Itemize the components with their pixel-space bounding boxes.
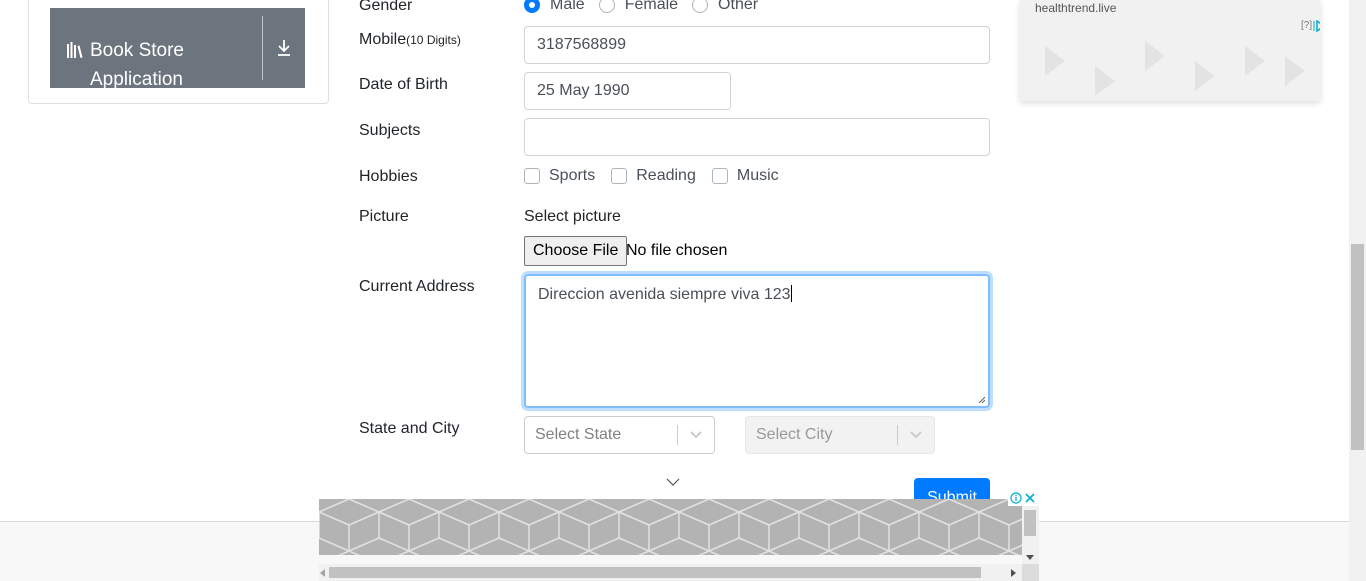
scroll-right-arrow-icon[interactable] xyxy=(1011,569,1017,577)
mobile-label-text: Mobile xyxy=(359,31,407,48)
dob-input[interactable]: 25 May 1990 xyxy=(524,72,731,110)
hobby-music[interactable]: Music xyxy=(711,167,779,185)
scroll-down-arrow-icon[interactable] xyxy=(1026,555,1034,561)
hobbies-label: Hobbies xyxy=(359,168,418,185)
gender-radio-group: Male Female Other xyxy=(524,0,772,14)
state-city-label: State and City xyxy=(359,420,460,437)
gender-male[interactable]: Male xyxy=(524,0,585,14)
mobile-label: Mobile(10 Digits) xyxy=(359,31,461,49)
ad-banner-top[interactable]: healthtrend.live [?] xyxy=(1020,0,1320,101)
choose-file-button[interactable]: Choose File xyxy=(524,236,628,266)
page-scrollbar-thumb[interactable] xyxy=(1351,244,1364,450)
ad-pattern-image xyxy=(319,499,1022,555)
city-placeholder: Select City xyxy=(756,426,833,443)
gender-other-label: Other xyxy=(718,0,759,13)
ad-vertical-scrollbar[interactable] xyxy=(1022,506,1039,564)
picture-label: Picture xyxy=(359,208,409,225)
text-caret xyxy=(790,285,792,302)
scrollbar-corner xyxy=(1022,564,1039,581)
gender-other[interactable]: Other xyxy=(692,0,758,14)
ad-pattern-image xyxy=(1035,36,1320,101)
mobile-input[interactable]: 3187568899 xyxy=(524,26,990,64)
books-icon xyxy=(67,42,83,58)
chevron-down-icon[interactable] xyxy=(678,430,714,440)
address-text: Direccion avenida siempre viva 123 xyxy=(538,286,791,303)
scroll-left-arrow-icon[interactable] xyxy=(319,569,325,577)
checkbox[interactable] xyxy=(611,168,628,184)
page-scrollbar[interactable] xyxy=(1349,0,1366,581)
download-icon[interactable] xyxy=(263,8,305,88)
chevron-down-icon[interactable] xyxy=(898,430,934,440)
subjects-input[interactable] xyxy=(524,118,990,156)
ad-horizontal-scrollbar[interactable] xyxy=(319,564,1022,581)
ad-controls xyxy=(1008,490,1038,506)
hobby-sports[interactable]: Sports xyxy=(524,167,595,185)
adchoices-icon[interactable] xyxy=(1312,20,1320,32)
checkbox[interactable] xyxy=(524,168,540,184)
hobby-reading-label: Reading xyxy=(636,167,696,184)
hobbies-group: Sports Reading Music xyxy=(524,167,795,185)
chevron-down-icon[interactable] xyxy=(665,476,681,488)
checkbox[interactable] xyxy=(711,168,728,184)
scrollbar-thumb[interactable] xyxy=(1024,510,1036,536)
mobile-hint: (10 Digits) xyxy=(406,33,461,47)
address-label: Current Address xyxy=(359,278,475,295)
close-icon[interactable] xyxy=(1024,492,1036,504)
select-picture-label: Select picture xyxy=(524,208,621,225)
scrollbar-thumb[interactable] xyxy=(329,567,981,578)
ad-info[interactable]: [?] xyxy=(1301,20,1312,31)
hobby-reading[interactable]: Reading xyxy=(611,167,696,185)
resize-handle-icon[interactable] xyxy=(977,395,986,404)
book-store-label: Book Store Application xyxy=(90,40,184,90)
radio-unchecked[interactable] xyxy=(692,0,709,13)
info-icon[interactable] xyxy=(1010,492,1022,504)
city-select[interactable]: Select City xyxy=(745,416,935,454)
ad-banner-bottom[interactable] xyxy=(319,490,1039,581)
file-status: No file chosen xyxy=(626,242,728,259)
hobby-sports-label: Sports xyxy=(549,167,596,184)
state-placeholder: Select State xyxy=(535,426,622,443)
radio-unchecked[interactable] xyxy=(598,0,615,13)
ad-url[interactable]: healthtrend.live xyxy=(1035,1,1116,15)
dob-label: Date of Birth xyxy=(359,76,448,93)
gender-female[interactable]: Female xyxy=(598,0,679,14)
subjects-label: Subjects xyxy=(359,122,421,139)
state-select[interactable]: Select State xyxy=(524,416,715,454)
radio-checked[interactable] xyxy=(524,0,540,13)
address-textarea[interactable]: Direccion avenida siempre viva 123 xyxy=(524,274,990,408)
gender-label: Gender xyxy=(359,0,413,14)
book-store-banner[interactable]: Book Store Application xyxy=(50,8,305,90)
hobby-music-label: Music xyxy=(736,167,779,184)
gender-male-label: Male xyxy=(550,0,585,13)
gender-female-label: Female xyxy=(624,0,679,13)
